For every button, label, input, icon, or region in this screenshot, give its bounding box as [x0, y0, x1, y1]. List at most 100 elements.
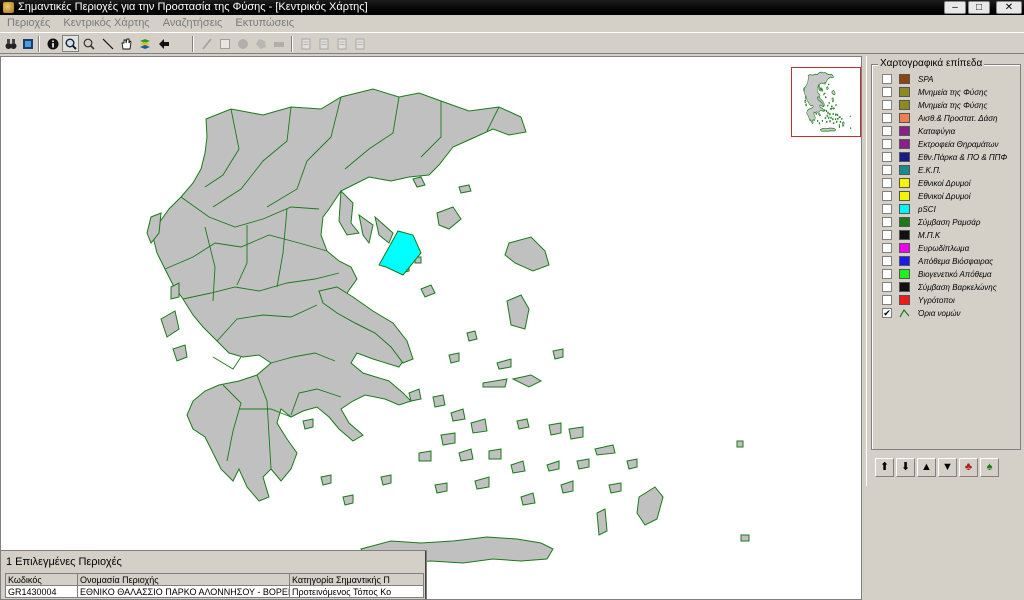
table-cell: ΕΘΝΙΚΟ ΘΑΛΑΣΣΙΟ ΠΑΡΚΟ ΑΛΟΝΝΗΣΟΥ - ΒΟΡΕΙΩ…: [77, 585, 290, 598]
export-button[interactable]: [333, 35, 350, 52]
circle-select-button[interactable]: [234, 35, 251, 52]
layer-checkbox[interactable]: [882, 126, 892, 136]
clipboard-button[interactable]: [315, 35, 332, 52]
info-button[interactable]: [44, 35, 61, 52]
report-button[interactable]: [297, 35, 314, 52]
layer-checkbox[interactable]: [882, 230, 892, 240]
layer-checkbox[interactable]: [882, 152, 892, 162]
layer-checkbox[interactable]: [882, 178, 892, 188]
back-arrow-icon: [158, 38, 169, 49]
layer-row[interactable]: SPA: [878, 73, 1018, 86]
menu-bar: Περιοχές Κεντρικός Χάρτης Αναζητήσεις Εκ…: [0, 15, 1024, 33]
back-arrow-button[interactable]: [155, 35, 172, 52]
column-header[interactable]: Κατηγορία Σημαντικής Π: [289, 573, 424, 586]
layer-row[interactable]: Εκτροφεία Θηραμάτων: [878, 138, 1018, 151]
toolbar-separator: [38, 36, 40, 52]
zoom-in-icon: [65, 38, 77, 50]
layer-row[interactable]: Σύμβαση Βαρκελώνης: [878, 281, 1018, 294]
eraser-icon: [273, 41, 284, 47]
layer-row[interactable]: Εθνικοί Δρυμοί: [878, 177, 1018, 190]
layer-row[interactable]: Καταφύγια: [878, 125, 1018, 138]
layer-checkbox[interactable]: [882, 243, 892, 253]
table-cell: GR1430004: [5, 585, 78, 598]
draw-line-button[interactable]: [198, 35, 215, 52]
measure-line-button[interactable]: [99, 35, 116, 52]
maximize-button[interactable]: □: [968, 1, 990, 14]
eraser-button[interactable]: [270, 35, 287, 52]
layer-swatch: [899, 256, 910, 266]
move-up-button[interactable]: ⬆: [875, 458, 894, 477]
move-top-button[interactable]: ▲: [917, 458, 936, 477]
layer-row[interactable]: pSCI: [878, 203, 1018, 216]
layer-checkbox[interactable]: [882, 87, 892, 97]
show-layer-button[interactable]: ♣: [959, 458, 978, 477]
layer-checkbox[interactable]: [882, 256, 892, 266]
layer-label: Μνημεία της Φύσης: [918, 101, 988, 110]
clipboard-icon: [319, 38, 328, 49]
layer-label: Αισθ.& Προστατ. Δάση: [918, 114, 998, 123]
layer-row[interactable]: ✔ Όρια νομών: [878, 307, 1018, 320]
print-preview-button[interactable]: [351, 35, 368, 52]
layers-panel-button[interactable]: [19, 35, 36, 52]
move-down-button[interactable]: ⬇: [896, 458, 915, 477]
toolbar-separator: [192, 36, 194, 52]
greece-prefectures[interactable]: [146, 88, 750, 564]
layer-label: Καταφύγια: [918, 127, 956, 136]
layer-checkbox[interactable]: [882, 217, 892, 227]
column-header[interactable]: Κωδικός: [5, 573, 78, 586]
layer-row[interactable]: Αισθ.& Προστατ. Δάση: [878, 112, 1018, 125]
layer-checkbox[interactable]: [882, 191, 892, 201]
layer-row[interactable]: Μνημεία της Φύσης: [878, 99, 1018, 112]
layer-checkbox[interactable]: [882, 74, 892, 84]
layer-checkbox[interactable]: [882, 269, 892, 279]
binoculars-search-button[interactable]: [2, 35, 19, 52]
layer-checkbox[interactable]: [882, 204, 892, 214]
menu-areas[interactable]: Περιοχές: [2, 15, 55, 32]
layer-label: Όρια νομών: [918, 309, 961, 318]
hide-layer-button[interactable]: ♠: [980, 458, 999, 477]
pan-hand-button[interactable]: [117, 35, 134, 52]
main-map[interactable]: [0, 56, 862, 600]
zoom-out-button[interactable]: [80, 35, 97, 52]
polygon-select-button[interactable]: [252, 35, 269, 52]
layer-stack-button[interactable]: [136, 35, 153, 52]
layer-checkbox[interactable]: [882, 282, 892, 292]
layers-panel: Χαρτογραφικά επίπεδα SPA Μνημεία της Φύση…: [866, 56, 1024, 486]
layer-checkbox[interactable]: [882, 100, 892, 110]
layer-row[interactable]: Μ.Π.Κ: [878, 229, 1018, 242]
layer-checkbox[interactable]: [882, 139, 892, 149]
layer-checkbox[interactable]: [882, 295, 892, 305]
zoom-in-button[interactable]: [62, 35, 79, 52]
layer-row[interactable]: Υγρότοποι: [878, 294, 1018, 307]
table-row[interactable]: GR1430004 ΕΘΝΙΚΟ ΘΑΛΑΣΣΙΟ ΠΑΡΚΟ ΑΛΟΝΝΗΣΟΥ…: [5, 585, 424, 598]
menu-searches[interactable]: Αναζητήσεις: [158, 15, 228, 32]
layer-row[interactable]: Απόθεμα Βιόσφαιρας: [878, 255, 1018, 268]
layer-swatch: [899, 217, 910, 227]
column-header[interactable]: Ονομασία Περιοχής: [77, 573, 290, 586]
layer-swatch: [899, 243, 910, 253]
layer-row[interactable]: Ευρωδίπλωμα: [878, 242, 1018, 255]
move-bottom-button[interactable]: ▼: [938, 458, 957, 477]
layer-checkbox[interactable]: [882, 165, 892, 175]
binoculars-search-icon: [5, 38, 16, 49]
export-icon: [337, 38, 346, 49]
menu-prints[interactable]: Εκτυπώσεις: [230, 15, 299, 32]
print-preview-icon: [355, 38, 364, 49]
map-canvas[interactable]: [1, 57, 862, 600]
rectangle-select-button[interactable]: [216, 35, 233, 52]
layer-checkbox[interactable]: [882, 113, 892, 123]
layer-row[interactable]: Εθνικοί Δρυμοί: [878, 190, 1018, 203]
layer-row[interactable]: Ε.Κ.Π.: [878, 164, 1018, 177]
draw-line-icon: [201, 38, 212, 49]
layer-row[interactable]: Μνημεία της Φύσης: [878, 86, 1018, 99]
close-button[interactable]: ✕: [996, 1, 1022, 14]
layer-label: Βιογενετικό Απόθεμα: [918, 270, 992, 279]
minimize-button[interactable]: –: [944, 1, 966, 14]
layer-row[interactable]: Βιογενετικό Απόθεμα: [878, 268, 1018, 281]
layer-checkbox[interactable]: ✔: [882, 308, 892, 318]
menu-main-map[interactable]: Κεντρικός Χάρτης: [58, 15, 154, 32]
layer-row[interactable]: Σύμβαση Ραμσάρ: [878, 216, 1018, 229]
move-top-icon: ▲: [921, 461, 932, 473]
layer-row[interactable]: Εθν.Πάρκα & ΠΟ & ΠΠΦ: [878, 151, 1018, 164]
overview-map[interactable]: [791, 67, 861, 137]
